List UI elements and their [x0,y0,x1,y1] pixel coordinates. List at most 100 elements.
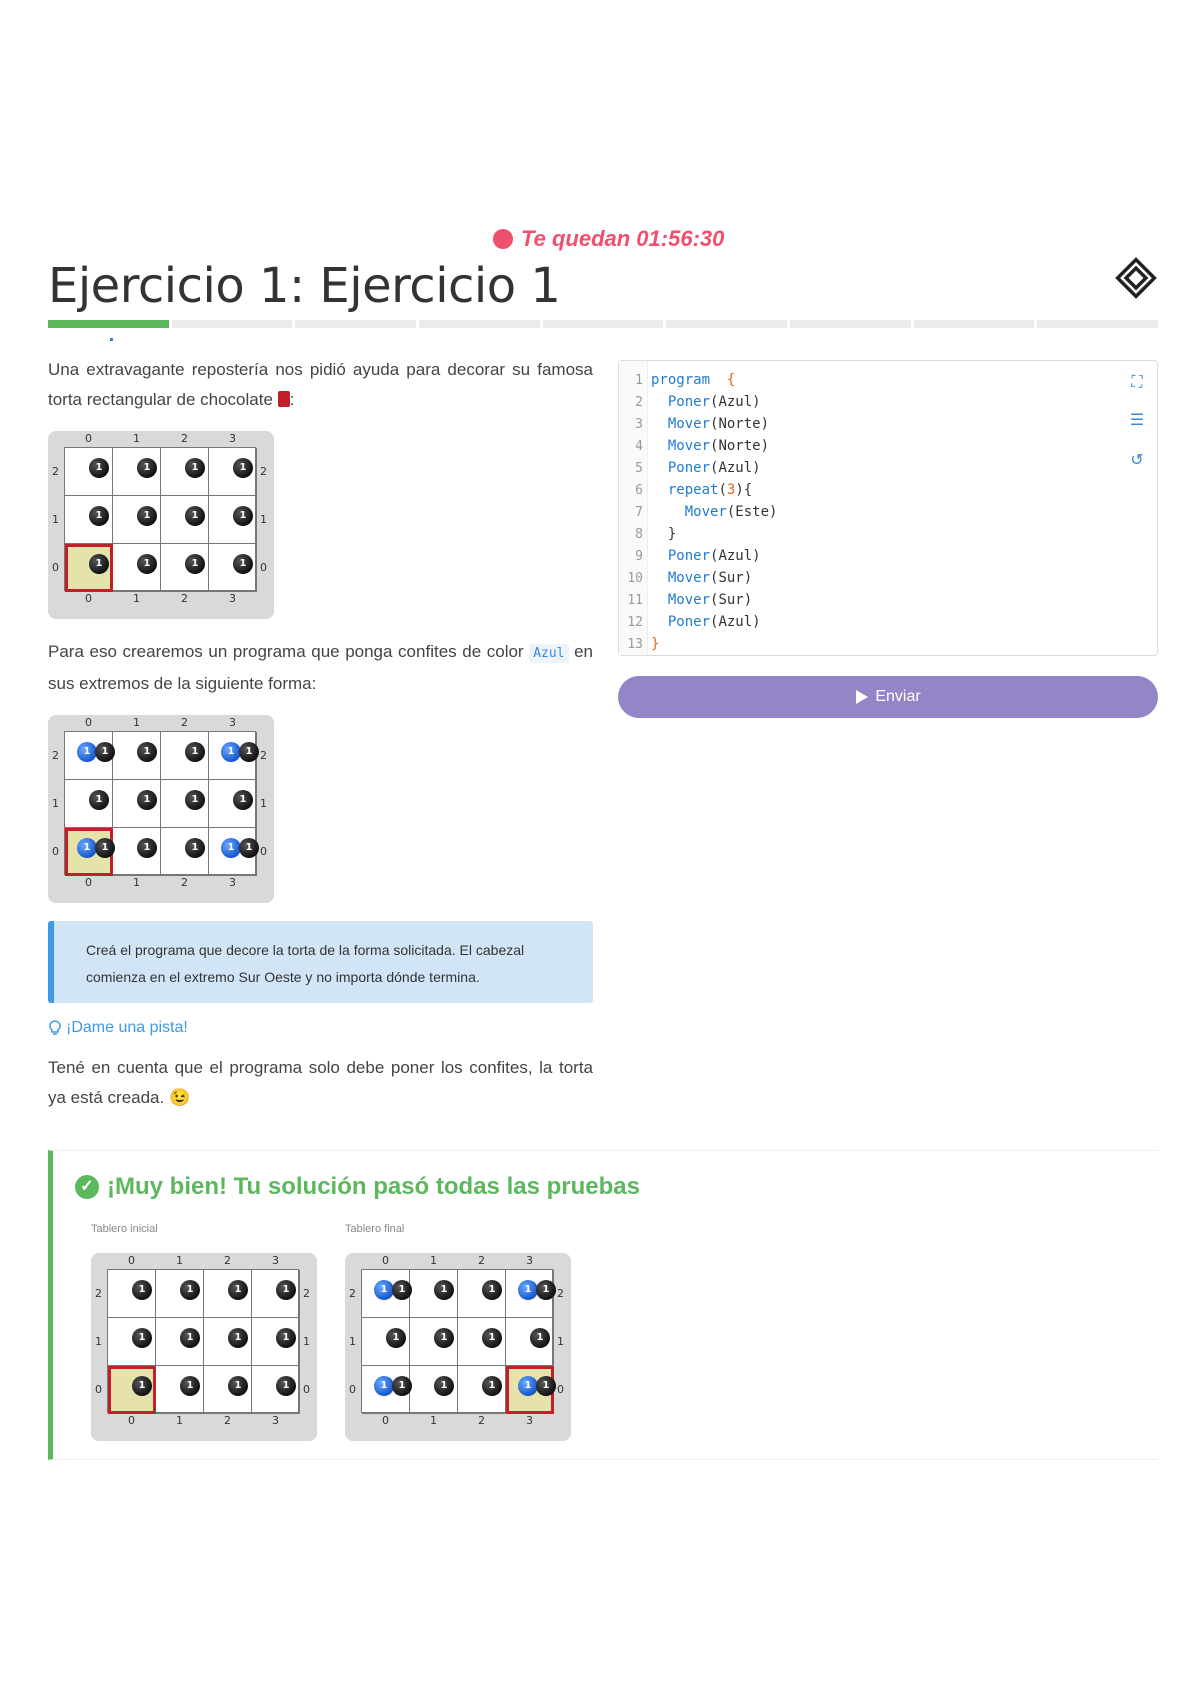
black-ball-icon: 1 [95,742,115,762]
code-line[interactable]: 7 Mover(Este) [619,501,1099,523]
board-cell: 1 [410,1366,458,1414]
progress-segment[interactable] [295,320,417,328]
row-coordinate: 0 [260,561,267,574]
mumuki-logo-icon[interactable] [1114,256,1158,300]
code-line[interactable]: 6 repeat(3){ [619,479,1099,501]
progress-segment[interactable] [542,320,664,328]
column-coordinate: 0 [128,1414,135,1427]
black-ball-icon: 1 [434,1280,454,1300]
line-number: 4 [635,439,643,454]
code-text[interactable]: Poner(Azul) [651,457,761,479]
intro-text: Una extravagante repostería nos pidió ay… [48,360,593,409]
code-line[interactable]: 9 Poner(Azul) [619,545,1099,567]
board-cell: 1 [252,1270,300,1318]
reset-icon[interactable]: ↺ [1127,451,1147,471]
black-ball-icon: 1 [132,1328,152,1348]
hint-link[interactable]: ¡Dame una pista! [48,1019,593,1037]
code-line[interactable]: 1 program { [619,369,1099,391]
line-number: 10 [627,571,643,586]
code-text[interactable]: Mover(Norte) [651,413,769,435]
board-expected-example: 111111111111111100112233221100 [48,715,274,903]
code-line[interactable]: 5 Poner(Azul) [619,457,1099,479]
column-coordinate: 1 [430,1414,437,1427]
code-text[interactable]: Mover(Sur) [651,567,752,589]
code-text[interactable]: Mover(Este) [651,501,778,523]
result-title: ¡Muy bien! Tu solución pasó todas las pr… [107,1173,640,1200]
black-ball-icon: 1 [482,1280,502,1300]
board-cell: 1 [113,780,161,828]
hint-text[interactable]: ¡Dame una pista! [66,1019,188,1037]
page-title: Ejercicio 1: Ejercicio 1 [48,258,561,314]
progress-segment[interactable] [48,320,169,328]
column-coordinate: 0 [85,876,92,889]
black-ball-icon: 1 [233,506,253,526]
board-cell: 1 [410,1270,458,1318]
indent-icon[interactable]: ☰ [1127,411,1147,431]
code-line[interactable]: 2 Poner(Azul) [619,391,1099,413]
board-cell: 1 [252,1366,300,1414]
progress-segment[interactable] [1037,320,1159,328]
line-number: 11 [627,593,643,608]
code-text[interactable]: program { [651,369,735,391]
line-number: 12 [627,615,643,630]
progress-segment[interactable] [419,320,540,328]
column-coordinate: 1 [133,592,140,605]
code-line[interactable]: 10 Mover(Sur) [619,567,1099,589]
code-line[interactable]: 4 Mover(Norte) [619,435,1099,457]
fullscreen-icon[interactable]: ⛶ [1127,373,1147,393]
board-cell: 1 [65,448,113,496]
code-line[interactable]: 12 Poner(Azul) [619,611,1099,633]
black-ball-icon: 1 [239,838,259,858]
intro-paragraph: Una extravagante repostería nos pidió ay… [48,355,593,415]
black-ball-icon: 1 [185,506,205,526]
board-cell: 1 [161,496,209,544]
progress-segment[interactable] [171,320,293,328]
board-cell: 1 [204,1270,252,1318]
row-coordinate: 2 [349,1287,356,1300]
column-coordinate: 0 [128,1254,135,1267]
black-ball-icon: 1 [89,506,109,526]
black-ball-icon: 1 [185,742,205,762]
board-cell: 1 [161,780,209,828]
code-text[interactable]: Poner(Azul) [651,391,761,413]
code-text[interactable]: Poner(Azul) [651,545,761,567]
code-line[interactable]: 8 } [619,523,1099,545]
code-text[interactable]: } [651,633,659,655]
code-text[interactable]: Poner(Azul) [651,611,761,633]
code-text[interactable]: Mover(Sur) [651,589,752,611]
row-coordinate: 2 [260,465,267,478]
black-ball-icon: 1 [530,1328,550,1348]
black-ball-icon: 1 [434,1376,454,1396]
result-heading: ✓ ¡Muy bien! Tu solución pasó todas las … [75,1173,640,1201]
row-coordinate: 0 [260,845,267,858]
board-cell: 1 [113,732,161,780]
code-line[interactable]: 3 Mover(Norte) [619,413,1099,435]
board-cell: 11 [209,732,259,780]
board-initial-example: 11111111111100112233221100 [48,431,274,619]
board-grid: 1111111111111111 [64,731,259,876]
submit-button[interactable]: Enviar [618,676,1158,718]
code-text[interactable]: } [651,523,676,545]
column-coordinate: 1 [133,432,140,445]
black-ball-icon: 1 [482,1376,502,1396]
progress-segment[interactable] [913,320,1035,328]
line-number: 9 [635,549,643,564]
board-cell: 1 [204,1318,252,1366]
black-ball-icon: 1 [180,1328,200,1348]
board-cell: 1 [161,828,209,876]
progress-segment[interactable] [790,320,911,328]
lightbulb-icon [49,1020,61,1035]
board-cell: 1 [113,828,161,876]
progress-segment[interactable] [666,320,788,328]
instructions-text: Para eso crearemos un programa que ponga… [48,642,530,661]
code-line[interactable]: 13} [619,633,1099,655]
code-text[interactable]: repeat(3){ [651,479,752,501]
row-coordinate: 1 [52,513,59,526]
code-editor[interactable]: ⛶ ☰ ↺ 1 program {2 Poner(Azul) 3 Mover(Nor… [618,360,1158,656]
row-coordinate: 2 [303,1287,310,1300]
row-coordinate: 1 [557,1335,564,1348]
code-line[interactable]: 11 Mover(Sur) [619,589,1099,611]
line-number: 2 [635,395,643,410]
code-text[interactable]: Mover(Norte) [651,435,769,457]
black-ball-icon: 1 [276,1280,296,1300]
